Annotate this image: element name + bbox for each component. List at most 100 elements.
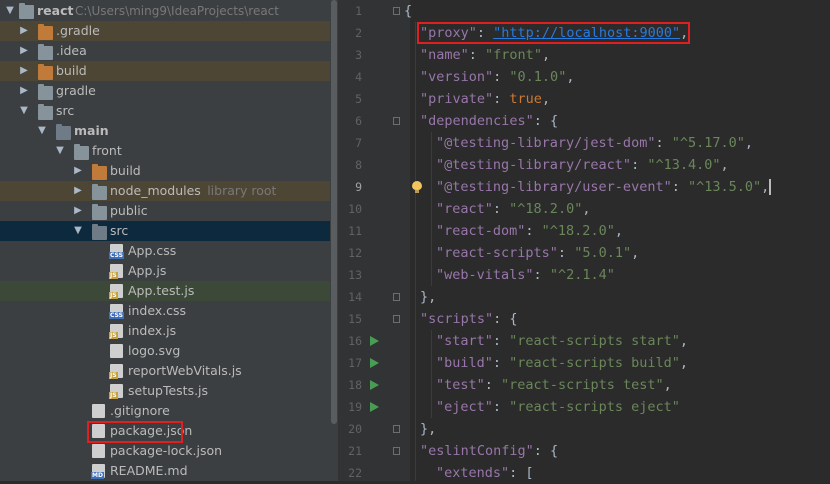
line-number: 2	[355, 26, 362, 40]
code-line[interactable]: "proxy": "http://localhost:9000",	[420, 22, 688, 44]
tree-item-label: gradle	[56, 83, 96, 98]
tree-item[interactable]: JS reportWebVitals.js	[0, 361, 330, 381]
run-icon[interactable]	[370, 336, 379, 346]
tree-item[interactable]: ▶ .idea	[0, 41, 330, 61]
code-line[interactable]: "eject": "react-scripts eject"	[436, 396, 680, 418]
tree-item[interactable]: JS setupTests.js	[0, 381, 330, 401]
tree-item[interactable]: ▶ build	[0, 61, 330, 81]
code-line[interactable]: },	[420, 286, 436, 308]
run-icon[interactable]	[370, 380, 379, 390]
code-line[interactable]: "@testing-library/jest-dom": "^5.17.0",	[436, 132, 753, 154]
json-punct: ,	[541, 91, 551, 107]
code-line[interactable]: "private": true,	[420, 88, 550, 110]
chevron-right-icon[interactable]: ▶	[18, 64, 30, 78]
json-punct: : {	[533, 113, 559, 129]
code-line[interactable]: "test": "react-scripts test",	[436, 374, 672, 396]
tree-item[interactable]: MD README.md	[0, 461, 330, 481]
code-line[interactable]: {	[404, 0, 412, 22]
run-icon[interactable]	[370, 402, 379, 412]
tree-item[interactable]: .gitignore	[0, 401, 330, 421]
code-line[interactable]: "react-scripts": "5.0.1",	[436, 242, 639, 264]
json-key: "scripts"	[420, 311, 494, 327]
tree-item[interactable]: package-lock.json	[0, 441, 330, 461]
chevron-down-icon[interactable]: ▼	[4, 4, 16, 18]
fold-icon[interactable]	[393, 315, 400, 323]
chevron-down-icon[interactable]: ▼	[54, 144, 66, 158]
tree-item[interactable]: JS App.test.js	[0, 281, 330, 301]
code-line[interactable]: "react-dom": "^18.2.0",	[436, 220, 623, 242]
chevron-down-icon[interactable]: ▼	[18, 104, 30, 118]
scrollbar-thumb[interactable]	[331, 0, 337, 424]
tree-item[interactable]: ▶ .gradle	[0, 21, 330, 41]
code-line[interactable]: "build": "react-scripts build",	[436, 352, 688, 374]
json-string-value: "react-scripts eject"	[509, 399, 680, 415]
json-string-value: "0.1.0"	[509, 69, 567, 85]
code-line[interactable]: "@testing-library/user-event": "^13.5.0"…	[436, 176, 772, 198]
chevron-right-icon[interactable]: ▶	[18, 44, 30, 58]
file-type-badge: CSS	[109, 312, 124, 319]
file-type-badge: JS	[109, 272, 118, 279]
tree-item-label: package.json	[110, 423, 193, 438]
code-brace: {	[404, 3, 413, 19]
code-line[interactable]: "dependencies": {	[420, 110, 558, 132]
tree-root-react[interactable]: ▼ react C:\Users\ming9\IdeaProjects\react	[0, 1, 330, 21]
line-number: 19	[348, 400, 362, 414]
code-line[interactable]: "version": "0.1.0",	[420, 66, 574, 88]
chevron-right-icon[interactable]: ▶	[72, 164, 84, 178]
tree-item-label: App.test.js	[128, 283, 195, 298]
fold-icon[interactable]	[393, 425, 400, 433]
tree-item[interactable]: ▼ main	[0, 121, 330, 141]
json-punct: ,	[744, 135, 754, 151]
project-tree[interactable]: ▼ react C:\Users\ming9\IdeaProjects\react ▶…	[0, 0, 330, 481]
line-number: 4	[355, 70, 362, 84]
code-line[interactable]: "react": "^18.2.0",	[436, 198, 590, 220]
chevron-right-icon[interactable]: ▶	[18, 84, 30, 98]
tree-item[interactable]: JS index.js	[0, 321, 330, 341]
code-line[interactable]: "@testing-library/react": "^13.4.0",	[436, 154, 729, 176]
json-punct: ,	[680, 25, 689, 41]
tree-item[interactable]: ▼ src	[0, 101, 330, 121]
folder-icon	[92, 164, 107, 180]
tree-item[interactable]: ▶ build	[0, 161, 330, 181]
lightbulb-icon[interactable]	[412, 181, 422, 193]
chevron-right-icon[interactable]: ▶	[72, 204, 84, 218]
text-caret	[769, 179, 772, 195]
punct: :	[476, 25, 494, 41]
json-string-value: "^18.2.0"	[509, 201, 583, 217]
tree-item[interactable]: ▶ gradle	[0, 81, 330, 101]
fold-icon[interactable]	[393, 117, 400, 125]
tree-item[interactable]: ▶ node_modules library root	[0, 181, 330, 201]
tree-item[interactable]: logo.svg	[0, 341, 330, 361]
fold-icon[interactable]	[393, 293, 400, 301]
run-icon[interactable]	[370, 358, 379, 368]
fold-icon[interactable]	[393, 7, 400, 15]
tree-item[interactable]: JS App.js	[0, 261, 330, 281]
code-line[interactable]: "start": "react-scripts start",	[436, 330, 688, 352]
line-number: 21	[348, 444, 362, 458]
json-key: "react"	[436, 201, 493, 217]
tree-item[interactable]: package.json	[0, 421, 330, 441]
json-key: "build"	[436, 355, 493, 371]
code-line[interactable]: "eslintConfig": {	[420, 440, 558, 462]
code-line[interactable]: "name": "front",	[420, 44, 550, 66]
chevron-right-icon[interactable]: ▶	[72, 184, 84, 198]
chevron-down-icon[interactable]: ▼	[72, 224, 84, 238]
tree-item[interactable]: ▶ public	[0, 201, 330, 221]
code-line[interactable]: "web-vitals": "^2.1.4"	[436, 264, 615, 286]
tree-item[interactable]: ▼ front	[0, 141, 330, 161]
fold-icon[interactable]	[393, 447, 400, 455]
line-number: 1	[355, 4, 362, 18]
tree-item-label: src	[56, 103, 75, 118]
json-punct: ,	[663, 377, 672, 393]
chevron-right-icon[interactable]: ▶	[18, 24, 30, 38]
tree-item[interactable]: CSS index.css	[0, 301, 330, 321]
punct: :	[493, 69, 510, 85]
chevron-down-icon[interactable]: ▼	[36, 124, 48, 138]
project-tree-scrollbar[interactable]	[330, 0, 338, 481]
tree-item[interactable]: CSS App.css	[0, 241, 330, 261]
code-line[interactable]: },	[420, 418, 436, 440]
file-type-badge: JS	[109, 332, 118, 339]
tree-item[interactable]: ▼ src	[0, 221, 330, 241]
tree-item-label: src	[110, 223, 129, 238]
code-line[interactable]: "scripts": {	[420, 308, 518, 330]
